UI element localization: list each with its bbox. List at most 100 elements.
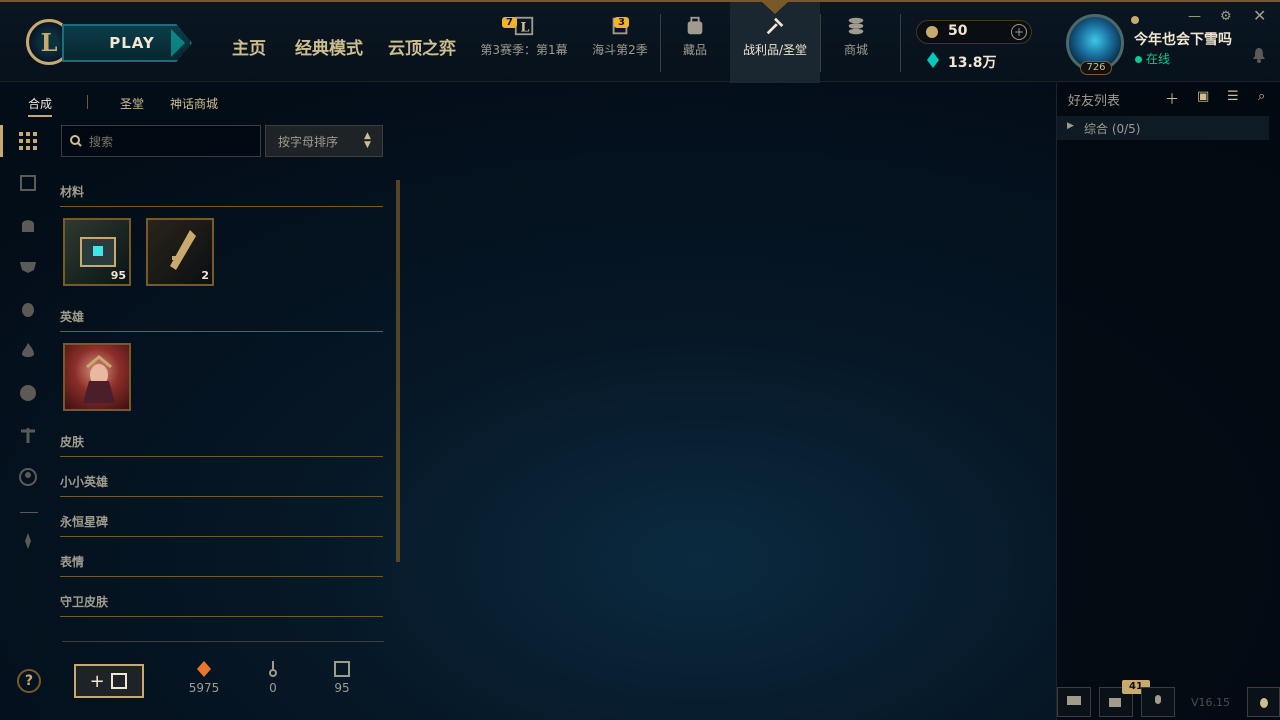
key-value: 0 xyxy=(269,681,277,695)
add-friend-icon[interactable]: ＋ xyxy=(1165,89,1179,109)
arena-label: 海斗第2季 xyxy=(592,43,648,57)
nav-tft[interactable]: 云顶之弈 xyxy=(388,34,456,59)
nav-divider xyxy=(660,14,661,72)
minimize-icon[interactable]: — xyxy=(1188,9,1201,24)
key-icon xyxy=(269,661,277,677)
client-window: L PLAY 主页 经典模式 云顶之弈 7 L 第3赛季：第1幕 3 海斗第2季… xyxy=(0,0,1280,720)
bug-report-icon[interactable] xyxy=(1247,687,1280,717)
emote-smiley-icon[interactable] xyxy=(17,382,39,404)
blue-essence-icon xyxy=(927,52,939,68)
category-champions: 英雄 xyxy=(60,308,383,332)
nav-divider xyxy=(900,14,901,72)
microphone-icon[interactable] xyxy=(1141,687,1175,717)
buy-currency-button[interactable]: + xyxy=(1011,24,1027,40)
champion-portrait-icon xyxy=(83,355,115,403)
settings-gear-icon[interactable]: ⚙ xyxy=(1220,9,1232,24)
key-count: 2 xyxy=(201,269,209,282)
chest-value: 95 xyxy=(334,681,350,695)
category-emotes: 表情 xyxy=(60,553,383,577)
category-materials: 材料 xyxy=(60,183,383,207)
subtab-mythic-shop[interactable]: 神话商城 xyxy=(170,95,218,112)
craft-key-button[interactable]: + xyxy=(74,664,144,698)
nav-divider xyxy=(820,14,821,72)
friends-panel: 好友列表 ＋ ▣ ☰ ⌕ ▶ 综合 (0/5) xyxy=(1056,83,1280,720)
grid-all-icon[interactable] xyxy=(17,130,39,152)
gold-currency: 50 + xyxy=(916,20,1032,44)
search-icon xyxy=(70,135,82,147)
chest-counter-icon xyxy=(334,661,350,677)
tab-store[interactable]: 商城 xyxy=(836,15,876,58)
ward-icon[interactable] xyxy=(17,424,39,446)
tab-store-label: 商城 xyxy=(843,43,868,57)
summoner-name[interactable]: 今年也会下雪吗 xyxy=(1134,29,1232,49)
rail-divider xyxy=(20,512,38,513)
arena-season-tab[interactable]: 3 海斗第2季 xyxy=(588,15,652,58)
ranked-season-tab[interactable]: 7 L 第3赛季：第1幕 xyxy=(479,15,569,58)
tab-loot[interactable]: 战利品/圣堂 xyxy=(735,15,815,58)
category-eternals: 永恒星碑 xyxy=(60,513,383,537)
plus-icon: + xyxy=(89,670,105,692)
champion-helmet-icon[interactable] xyxy=(17,214,39,236)
chat-bubble-icon[interactable] xyxy=(1057,687,1091,717)
top-nav-bar: L PLAY 主页 经典模式 云顶之弈 7 L 第3赛季：第1幕 3 海斗第2季… xyxy=(0,0,1280,83)
chest-icon xyxy=(111,673,128,689)
close-icon[interactable]: ✕ xyxy=(1253,6,1266,25)
search-friends-icon[interactable]: ⌕ xyxy=(1258,89,1265,104)
nav-classic[interactable]: 经典模式 xyxy=(295,34,363,59)
play-arrow-icon xyxy=(171,29,185,57)
profile-icon[interactable] xyxy=(17,466,39,488)
friend-group-label: 综合 (0/5) xyxy=(1084,122,1141,136)
search-placeholder: 搜索 xyxy=(89,135,114,149)
version-label: V16.15 xyxy=(1191,696,1231,709)
friends-title: 好友列表 xyxy=(1068,94,1121,109)
footer-divider xyxy=(62,641,384,642)
category-ward-skins: 守卫皮肤 xyxy=(60,593,383,617)
hammer-icon xyxy=(766,17,784,35)
status-label: 在线 xyxy=(1146,52,1171,66)
season-label: 第3赛季：第1幕 xyxy=(480,43,568,57)
blue-essence-amount: 13.8万 xyxy=(948,55,997,71)
gold-amount: 50 xyxy=(948,23,968,39)
tab-collection[interactable]: 藏品 xyxy=(675,15,715,58)
chest-counter: 95 xyxy=(317,660,367,695)
list-view-icon[interactable]: ☰ xyxy=(1227,89,1239,104)
season-badge: 7 xyxy=(502,17,517,28)
sort-dropdown[interactable]: 按字母排序 ▲ ▼ xyxy=(265,125,383,157)
hextech-key-tile[interactable]: 2 xyxy=(146,218,214,286)
help-icon[interactable]: ? xyxy=(17,669,41,693)
subtab-crafting[interactable]: 合成 xyxy=(28,95,53,117)
category-skins: 皮肤 xyxy=(60,433,383,457)
tab-loot-label: 战利品/圣堂 xyxy=(742,43,808,57)
chest-count: 95 xyxy=(110,269,126,282)
category-tacticians: 小小英雄 xyxy=(60,473,383,497)
gold-coin-icon xyxy=(926,26,938,38)
bell-icon[interactable] xyxy=(1252,47,1266,63)
search-input[interactable]: 搜索 xyxy=(61,125,261,157)
sanctum-icon[interactable] xyxy=(17,530,39,552)
skin-mask-icon[interactable] xyxy=(17,256,39,278)
backpack-icon xyxy=(687,16,703,35)
key-counter: 0 xyxy=(248,660,298,695)
tab-collection-label: 藏品 xyxy=(682,43,707,57)
chevron-updown-icon: ▲ ▼ xyxy=(364,131,371,150)
online-status[interactable]: 在线 xyxy=(1135,50,1170,67)
chevron-right-icon: ▶ xyxy=(1067,121,1074,131)
arena-badge: 3 xyxy=(614,17,629,28)
chest-filter-icon[interactable] xyxy=(17,172,39,194)
hextech-key-icon xyxy=(170,230,196,270)
notification-dot xyxy=(1131,16,1139,24)
add-folder-icon[interactable]: ▣ xyxy=(1197,89,1209,104)
eternals-flame-icon[interactable] xyxy=(17,340,39,362)
scrollbar[interactable] xyxy=(396,180,400,562)
hextech-chest-icon xyxy=(80,237,116,267)
coins-icon xyxy=(848,17,864,35)
subtab-sanctum[interactable]: 圣堂 xyxy=(120,95,144,112)
orange-essence-counter: 5975 xyxy=(179,660,229,695)
hextech-chest-tile[interactable]: 95 xyxy=(63,218,131,286)
tactician-icon[interactable] xyxy=(17,298,39,320)
orange-essence-value: 5975 xyxy=(188,681,220,695)
nav-home[interactable]: 主页 xyxy=(232,34,266,59)
friend-group[interactable]: ▶ 综合 (0/5) xyxy=(1057,116,1269,140)
champion-shard-tile[interactable] xyxy=(63,343,131,411)
active-tab-indicator xyxy=(762,2,788,14)
